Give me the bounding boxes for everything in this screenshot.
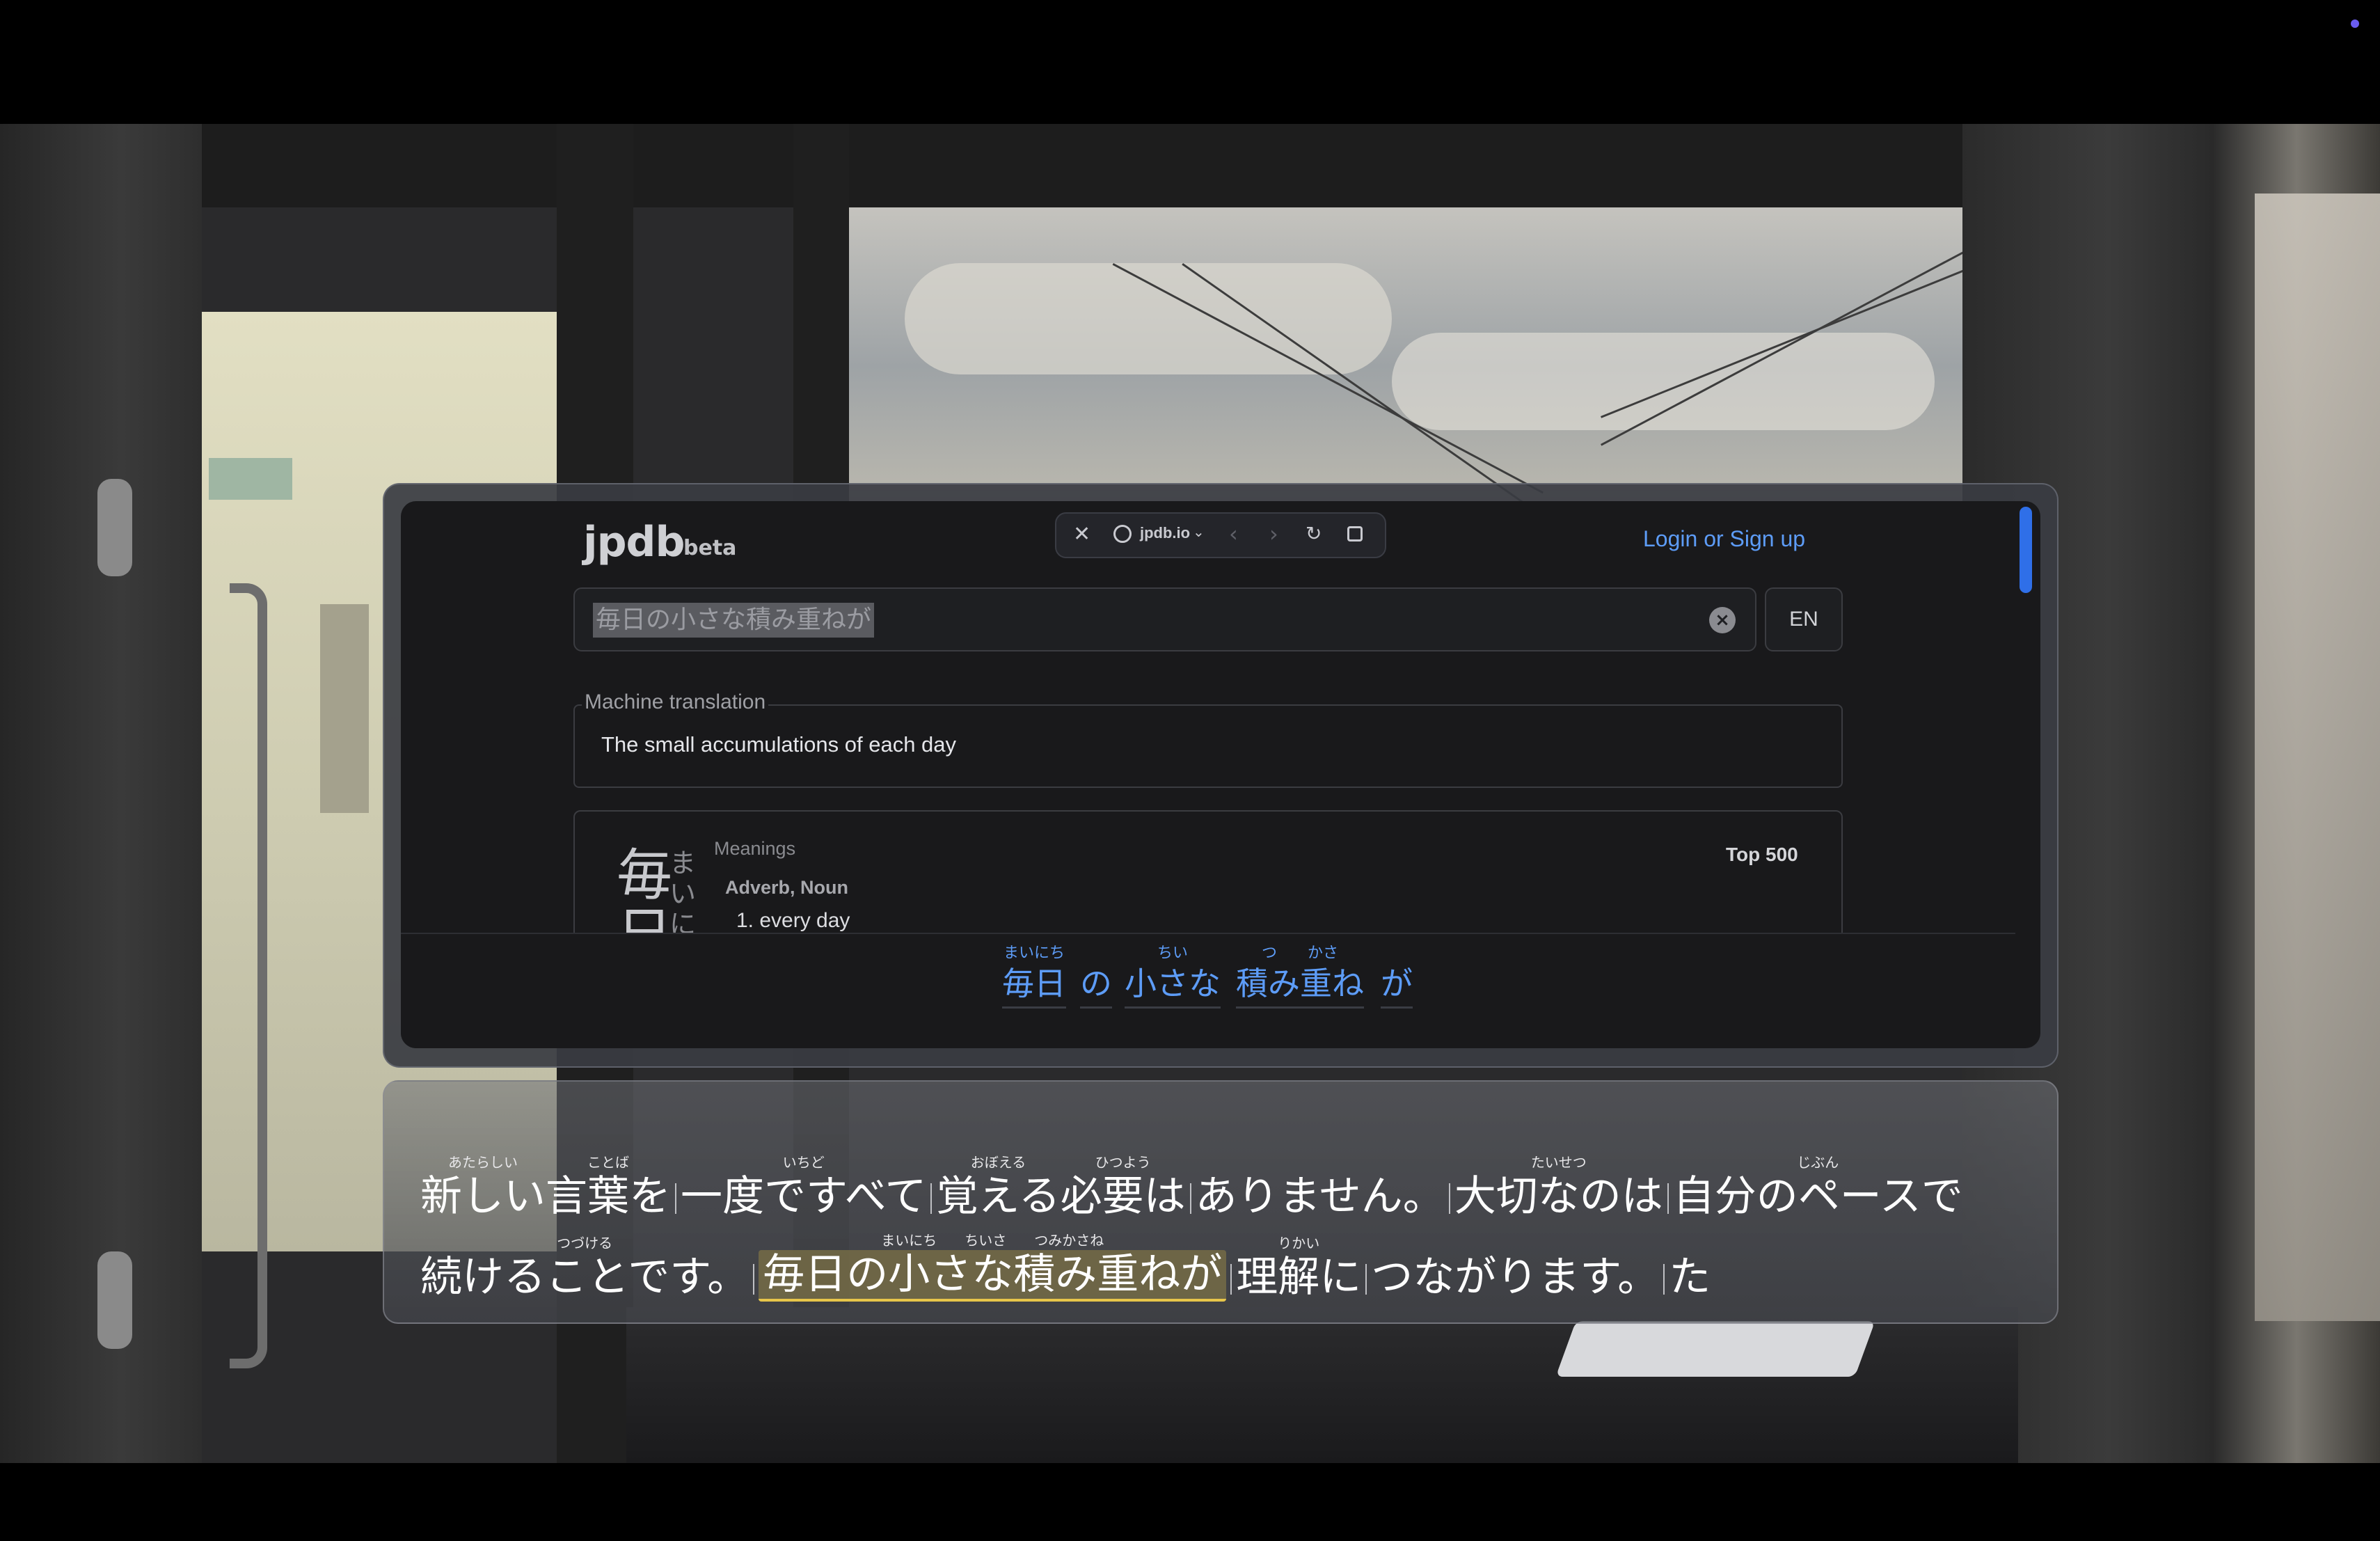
word-separator	[1663, 1264, 1665, 1295]
subtitle-word[interactable]: じぶん 自分のペースで	[1673, 1154, 1963, 1221]
globe-icon	[1113, 525, 1132, 543]
sentence-token[interactable]: まいにち 毎日	[1002, 934, 1066, 1009]
subtitle-text[interactable]: 自分のペースで	[1673, 1172, 1963, 1221]
subtitle-text[interactable]: 理解に	[1236, 1253, 1361, 1302]
machine-translation-label: Machine translation	[582, 690, 769, 714]
subtitle-word[interactable]: ありません。	[1196, 1172, 1445, 1221]
token-text[interactable]: 小さな	[1125, 963, 1221, 1009]
subtitle-text[interactable]: 大切なのは	[1454, 1172, 1663, 1221]
token-text[interactable]: が	[1381, 963, 1413, 1009]
token-text[interactable]: 積み重ね	[1236, 963, 1364, 1009]
subtitle-word[interactable]: たいせつ 大切なのは	[1454, 1154, 1663, 1221]
search-input-value[interactable]: 毎日の小さな積み重ねが	[593, 603, 875, 638]
door-hinge	[97, 1251, 132, 1349]
jpdb-popup: jpdb beta ✕ jpdb.io ⌄ ‹ › ↻ Login or Sig…	[401, 501, 2040, 1048]
forward-icon[interactable]: ›	[1269, 521, 1278, 547]
word-separator	[930, 1183, 933, 1214]
token-reading	[1381, 944, 1413, 963]
close-icon[interactable]: ✕	[1073, 522, 1090, 546]
back-icon[interactable]: ‹	[1229, 521, 1238, 547]
subtitle-text[interactable]: 覚える	[936, 1172, 1060, 1221]
side-window	[2255, 193, 2380, 1321]
subtitle-word[interactable]: ひつよう 必要は	[1061, 1154, 1186, 1221]
subtitle-text[interactable]: 一度ですべて	[681, 1172, 926, 1221]
subtitle-text[interactable]: 続けることです。	[420, 1253, 749, 1302]
open-external-icon[interactable]	[1347, 526, 1363, 542]
frequency-badge: Top 500	[1726, 844, 1798, 865]
furigana: りかい	[1278, 1235, 1320, 1251]
subtitle-text[interactable]: 言葉を	[546, 1172, 671, 1221]
subtitle-text[interactable]: た	[1669, 1253, 1711, 1302]
jpdb-logo[interactable]: jpdb	[583, 518, 685, 567]
subtitle-word[interactable]: た	[1669, 1253, 1711, 1302]
mini-browser-toolbar: ✕ jpdb.io ⌄ ‹ › ↻	[1055, 512, 1386, 558]
furigana: あたらしい	[448, 1154, 518, 1171]
subtitle-word[interactable]: りかい 理解に	[1236, 1235, 1361, 1302]
clear-search-icon[interactable]: ×	[1709, 607, 1736, 633]
token-text[interactable]: の	[1080, 963, 1112, 1009]
subtitle-word[interactable]: つづける続けることです。	[420, 1235, 749, 1302]
part-of-speech: Adverb, Noun	[725, 877, 849, 898]
subtitle-panel: あたらしい 新しい ことば 言葉を いちど 一度ですべて おぼえる 覚える ひつよう 必要は ありま…	[383, 1080, 2058, 1324]
word-separator	[753, 1264, 755, 1295]
dashboard-panel	[1555, 1321, 1875, 1377]
machine-translation-text: The small accumulations of each day	[601, 732, 957, 757]
sentence-token[interactable]: つ かさ 積み重ね	[1236, 934, 1364, 1009]
search-input[interactable]: 毎日の小さな積み重ねが ×	[573, 587, 1756, 651]
beta-badge: beta	[683, 536, 737, 560]
subtitle-word[interactable]: あたらしい 新しい	[420, 1154, 546, 1221]
language-button[interactable]: EN	[1765, 587, 1843, 651]
word-separator	[1365, 1264, 1367, 1295]
subtitle-word[interactable]: いちど 一度ですべて	[681, 1154, 926, 1221]
furigana: ひつよう	[1095, 1154, 1151, 1171]
meanings-label: Meanings	[714, 838, 796, 859]
highlighted-subtitle-phrase[interactable]: まいにち ちいさ つみかさね 毎日の小さな積み重ねが	[759, 1232, 1227, 1302]
building-window	[209, 458, 292, 500]
definition: 1. every day	[736, 909, 850, 932]
subtitle-text[interactable]: 毎日の小さな積み重ねが	[763, 1250, 1222, 1299]
reload-icon[interactable]: ↻	[1306, 522, 1322, 545]
door-hinge	[97, 479, 132, 576]
token-reading: まいにち	[1003, 945, 1065, 962]
door-handle	[230, 583, 267, 1368]
subtitle-word[interactable]: おぼえる 覚える	[936, 1154, 1060, 1221]
sentence-token[interactable]: の	[1080, 934, 1112, 1009]
scrollbar[interactable]	[2020, 507, 2032, 593]
furigana: おぼえる	[970, 1154, 1026, 1171]
subtitle-text[interactable]: ありません。	[1196, 1172, 1445, 1221]
word-separator	[675, 1183, 676, 1214]
furigana: じぶん	[1797, 1154, 1839, 1171]
sentence-token[interactable]: ちい 小さな	[1125, 934, 1221, 1009]
token-reading: ちい	[1157, 945, 1188, 962]
word-separator	[1230, 1264, 1232, 1295]
word-separator	[1667, 1183, 1669, 1214]
token-reading: つ かさ	[1261, 945, 1338, 962]
furigana: たいせつ	[1530, 1154, 1587, 1171]
sentence-token-bar: まいにち 毎日 の ちい 小さな つ かさ 積み重ね が	[401, 933, 2015, 1048]
subtitle-line-2: つづける 続けることです。 まいにち ちいさ つみかさね 毎日の小さな積み重ねが りかい…	[420, 1232, 1711, 1320]
subtitle-text[interactable]: 必要は	[1061, 1172, 1186, 1221]
subtitle-text[interactable]: 新しい	[420, 1172, 546, 1221]
word-separator	[1189, 1183, 1191, 1214]
furigana: いちど	[782, 1154, 825, 1171]
url-label[interactable]: jpdb.io	[1140, 524, 1190, 542]
chevron-down-icon[interactable]: ⌄	[1193, 523, 1205, 540]
status-dot	[2351, 19, 2359, 28]
subtitle-word[interactable]: つながります。	[1371, 1253, 1659, 1302]
machine-translation-box: Machine translation The small accumulati…	[573, 690, 1843, 788]
subtitle-text[interactable]: つながります。	[1371, 1253, 1659, 1302]
subtitle-word[interactable]: ことば 言葉を	[546, 1154, 671, 1221]
word-separator	[1448, 1183, 1450, 1214]
login-link[interactable]: Login or Sign up	[1643, 526, 1805, 552]
building-window	[320, 604, 369, 813]
furigana: つづける	[557, 1235, 613, 1251]
token-text[interactable]: 毎日	[1002, 963, 1066, 1009]
furigana: まいにち ちいさ つみかさね	[881, 1232, 1104, 1249]
cloud	[1392, 333, 1935, 430]
furigana: ことば	[587, 1154, 629, 1171]
sentence-token[interactable]: が	[1381, 934, 1413, 1009]
token-reading	[1080, 944, 1112, 963]
